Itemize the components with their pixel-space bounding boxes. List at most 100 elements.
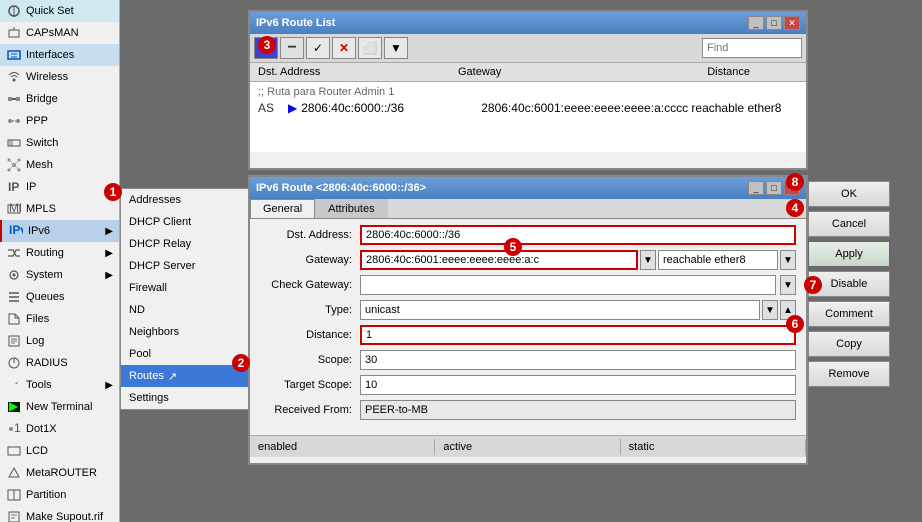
type-dropdown[interactable]: ▼: [762, 300, 778, 320]
submenu-label-settings: Settings: [129, 392, 169, 404]
distance-input[interactable]: [360, 325, 796, 345]
check-gateway-input[interactable]: [360, 275, 776, 295]
sidebar-item-ipv6[interactable]: IPv6 IPv6 ▶: [0, 220, 119, 242]
reachable-dropdown-button[interactable]: ▼: [780, 250, 796, 270]
submenu-neighbors[interactable]: Neighbors: [121, 321, 254, 343]
sidebar-item-quickset[interactable]: Quick Set: [0, 0, 119, 22]
sidebar-label-files: Files: [26, 313, 49, 325]
received-from-input: [360, 400, 796, 420]
files-icon: [6, 311, 22, 327]
target-scope-label: Target Scope:: [260, 379, 360, 391]
sidebar-item-routing[interactable]: Routing ▶: [0, 242, 119, 264]
sidebar-item-interfaces[interactable]: Interfaces: [0, 44, 119, 66]
submenu-settings[interactable]: Settings: [121, 387, 254, 409]
check-gateway-label: Check Gateway:: [260, 279, 360, 291]
scope-label: Scope:: [260, 354, 360, 366]
remove-route-button[interactable]: −: [280, 37, 304, 59]
gateway-input[interactable]: [360, 250, 638, 270]
col-dst-address: Dst. Address: [254, 65, 454, 79]
route-list-title: IPv6 Route List: [256, 17, 335, 29]
sidebar-item-files[interactable]: Files: [0, 308, 119, 330]
gateway-dropdown-button[interactable]: ▼: [640, 250, 656, 270]
move-route-button[interactable]: ⬜: [358, 37, 382, 59]
dialog-maximize-button[interactable]: □: [766, 181, 782, 195]
sidebar-item-switch[interactable]: Switch: [0, 132, 119, 154]
sidebar-item-lcd[interactable]: LCD: [0, 440, 119, 462]
sidebar-item-mpls[interactable]: MPLS MPLS: [0, 198, 119, 220]
submenu-label-pool: Pool: [129, 348, 151, 360]
sidebar-item-system[interactable]: System ▶: [0, 264, 119, 286]
svg-text:1X: 1X: [14, 422, 21, 435]
row-arrow: ▶: [288, 101, 297, 115]
sidebar-item-bridge[interactable]: Bridge: [0, 88, 119, 110]
svg-text:IPv6: IPv6: [9, 224, 23, 237]
routing-icon: [6, 245, 22, 261]
submenu-dhcp-client[interactable]: DHCP Client: [121, 211, 254, 233]
mpls-icon: MPLS: [6, 201, 22, 217]
dialog-minimize-button[interactable]: _: [748, 181, 764, 195]
quickset-icon: [6, 3, 22, 19]
tab-general[interactable]: General: [250, 199, 315, 218]
sidebar-item-dot1x[interactable]: 1X Dot1X: [0, 418, 119, 440]
switch-icon: [6, 135, 22, 151]
submenu-addresses[interactable]: Addresses: [121, 189, 254, 211]
sidebar-item-supout[interactable]: Make Supout.rif: [0, 506, 119, 522]
type-input[interactable]: [360, 300, 760, 320]
badge-2: 2: [232, 354, 250, 372]
check-gateway-dropdown[interactable]: ▼: [780, 275, 796, 295]
enable-route-button[interactable]: ✓: [306, 37, 330, 59]
minimize-button[interactable]: _: [748, 16, 764, 30]
comment-button[interactable]: Comment: [808, 301, 890, 327]
interfaces-icon: [6, 47, 22, 63]
sidebar-item-tools[interactable]: Tools ▶: [0, 374, 119, 396]
find-input[interactable]: [702, 38, 802, 58]
remove-button[interactable]: Remove: [808, 361, 890, 387]
sidebar-item-queues[interactable]: Queues: [0, 286, 119, 308]
submenu-nd[interactable]: ND: [121, 299, 254, 321]
sidebar-item-wireless[interactable]: Wireless: [0, 66, 119, 88]
ip-icon: IP: [6, 179, 22, 195]
sidebar-item-partition[interactable]: Partition: [0, 484, 119, 506]
cancel-button[interactable]: Cancel: [808, 211, 890, 237]
sidebar-item-capsman[interactable]: CAPsMAN: [0, 22, 119, 44]
sidebar-item-metarouter[interactable]: MetaROUTER: [0, 462, 119, 484]
ppp-icon: [6, 113, 22, 129]
submenu-dhcp-relay[interactable]: DHCP Relay: [121, 233, 254, 255]
sidebar-label-interfaces: Interfaces: [26, 49, 74, 61]
submenu-label-nd: ND: [129, 304, 145, 316]
copy-button[interactable]: Copy: [808, 331, 890, 357]
sidebar-item-mesh[interactable]: Mesh: [0, 154, 119, 176]
maximize-button[interactable]: □: [766, 16, 782, 30]
sidebar-item-radius[interactable]: RADIUS: [0, 352, 119, 374]
submenu-firewall[interactable]: Firewall: [121, 277, 254, 299]
tab-attributes[interactable]: Attributes: [315, 199, 387, 218]
apply-button[interactable]: Apply: [808, 241, 890, 267]
target-scope-input[interactable]: [360, 375, 796, 395]
distance-label: Distance:: [260, 329, 360, 341]
ok-button[interactable]: OK: [808, 181, 890, 207]
sidebar-label-wireless: Wireless: [26, 71, 68, 83]
scope-input[interactable]: [360, 350, 796, 370]
svg-text:IP: IP: [8, 180, 19, 194]
table-row[interactable]: AS ▶ 2806:40c:6000::/36 2806:40c:6001:ee…: [254, 100, 802, 116]
close-button[interactable]: ✕: [784, 16, 800, 30]
route-list-titlebar: IPv6 Route List _ □ ✕: [250, 12, 806, 34]
filter-button[interactable]: ▼: [384, 37, 408, 59]
badge-7: 7: [804, 276, 822, 294]
window-controls: _ □ ✕: [748, 16, 800, 30]
gateway-container: ▼ ▼: [360, 250, 796, 270]
sidebar-item-log[interactable]: Log: [0, 330, 119, 352]
reachable-input[interactable]: [658, 250, 778, 270]
sidebar-item-new-terminal[interactable]: ▶_ New Terminal: [0, 396, 119, 418]
col-gateway: Gateway: [454, 65, 694, 79]
dst-address-input[interactable]: [360, 225, 796, 245]
sidebar-label-lcd: LCD: [26, 445, 48, 457]
disable-route-button[interactable]: ✕: [332, 37, 356, 59]
submenu-dhcp-server[interactable]: DHCP Server: [121, 255, 254, 277]
type-container: ▼ ▲: [360, 300, 796, 320]
sidebar-label-bridge: Bridge: [26, 93, 58, 105]
sidebar-item-ppp[interactable]: PPP: [0, 110, 119, 132]
wireless-icon: [6, 69, 22, 85]
sidebar-item-ip[interactable]: IP IP: [0, 176, 119, 198]
route-edit-title: IPv6 Route <2806:40c:6000::/36>: [256, 182, 426, 194]
